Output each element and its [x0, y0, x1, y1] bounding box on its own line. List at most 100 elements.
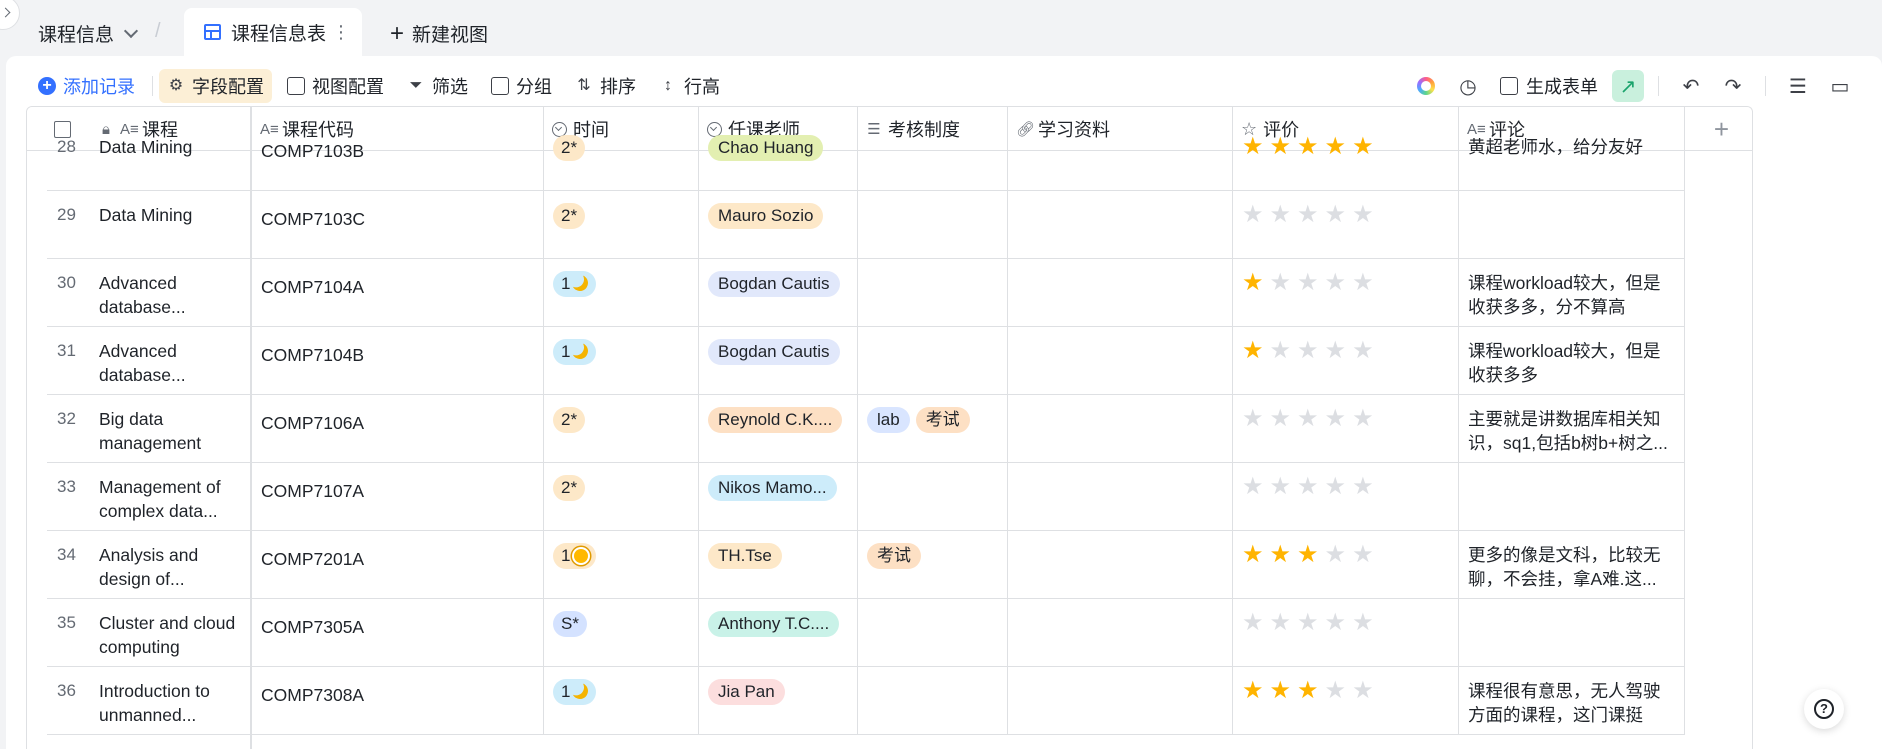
tab-course-info-table[interactable]: 课程信息表 ⋮ — [184, 8, 362, 56]
cell-comment[interactable]: 课程workload较大，但是 收获多多 — [1459, 327, 1685, 395]
star-icon[interactable]: ★ — [1242, 679, 1264, 703]
star-icon[interactable]: ★ — [1242, 203, 1264, 227]
base-name-dropdown[interactable]: 课程信息 — [38, 20, 139, 47]
star-icon[interactable]: ★ — [1352, 475, 1374, 499]
add-record-button[interactable]: + 添加记录 — [30, 69, 143, 103]
cell-course-name[interactable]: Advanced database... — [90, 327, 250, 395]
star-icon[interactable]: ★ — [1270, 543, 1292, 567]
cell-rating[interactable]: ★ ★ ★ ★ ★ — [1233, 463, 1459, 531]
star-icon[interactable]: ★ — [1325, 339, 1347, 363]
star-icon[interactable]: ★ — [1270, 339, 1292, 363]
group-button[interactable]: 分组 — [483, 69, 560, 103]
new-view-button[interactable]: + 新建视图 — [390, 20, 488, 47]
help-button[interactable]: ? — [1804, 689, 1844, 729]
add-column-button[interactable]: + — [1685, 107, 1752, 151]
cell-exam[interactable] — [858, 123, 1008, 191]
cell-rating[interactable]: ★ ★ ★ ★ ★ — [1233, 259, 1459, 327]
cell-teacher[interactable]: TH.Tse — [699, 531, 858, 599]
star-icon[interactable]: ★ — [1297, 271, 1319, 295]
table-row[interactable]: 29 Data Mining COMP7103C 2* Mauro Sozio ★ ★ ★ ★ ★ — [27, 191, 1685, 259]
cell-materials[interactable] — [1008, 123, 1233, 191]
star-icon[interactable]: ★ — [1325, 543, 1347, 567]
cell-time[interactable]: 1 — [544, 667, 699, 735]
cell-materials[interactable] — [1008, 463, 1233, 531]
star-icon[interactable]: ★ — [1325, 679, 1347, 703]
cell-time[interactable]: 2* — [544, 463, 699, 531]
comments-button[interactable]: ▭ — [1822, 69, 1858, 103]
star-icon[interactable]: ★ — [1270, 203, 1292, 227]
star-icon[interactable]: ★ — [1297, 679, 1319, 703]
star-icon[interactable]: ★ — [1325, 203, 1347, 227]
star-icon[interactable]: ★ — [1242, 543, 1264, 567]
star-rating[interactable]: ★ ★ ★ ★ ★ — [1242, 271, 1449, 295]
cell-materials[interactable] — [1008, 191, 1233, 259]
cell-course-code[interactable]: COMP7107A — [252, 463, 544, 531]
cell-teacher[interactable]: Chao Huang — [699, 123, 858, 191]
star-icon[interactable]: ★ — [1297, 543, 1319, 567]
star-icon[interactable]: ★ — [1297, 407, 1319, 431]
cell-teacher[interactable]: Mauro Sozio — [699, 191, 858, 259]
star-icon[interactable]: ★ — [1242, 271, 1264, 295]
cell-course-name[interactable]: Analysis and design of... — [90, 531, 250, 599]
star-icon[interactable]: ★ — [1270, 135, 1292, 159]
cell-exam[interactable] — [858, 327, 1008, 395]
cell-time[interactable]: 2* — [544, 123, 699, 191]
table-row[interactable]: 32 Big data management COMP7106A 2* Reynold C… — [27, 395, 1685, 463]
share-button[interactable]: ↗ — [1612, 70, 1644, 102]
sort-button[interactable]: ⇅ 排序 — [567, 69, 644, 103]
cell-time[interactable]: 2* — [544, 191, 699, 259]
cell-comment[interactable]: 课程很有意思，无人驾驶 方面的课程，这门课挺 — [1459, 667, 1685, 735]
table-row[interactable]: 28 Data Mining COMP7103B 2* Chao Huang ★ ★ ★ ★ ★ 黄… — [27, 123, 1685, 191]
generate-form-button[interactable]: 生成表单 — [1492, 73, 1606, 99]
cell-rating[interactable]: ★ ★ ★ ★ ★ — [1233, 395, 1459, 463]
star-icon[interactable]: ★ — [1297, 339, 1319, 363]
star-rating[interactable]: ★ ★ ★ ★ ★ — [1242, 407, 1449, 431]
collapse-sidebar-button[interactable] — [0, 0, 20, 30]
star-icon[interactable]: ★ — [1242, 339, 1264, 363]
cell-teacher[interactable]: Anthony T.C.... — [699, 599, 858, 667]
table-row[interactable]: 35 Cluster and cloud computing COMP7305A S* A… — [27, 599, 1685, 667]
table-row[interactable]: 36 Introduction to unmanned... COMP7308A 1 Ji… — [27, 667, 1685, 735]
redo-button[interactable]: ↷ — [1715, 69, 1751, 103]
cell-teacher[interactable]: Bogdan Cautis — [699, 327, 858, 395]
star-rating[interactable]: ★ ★ ★ ★ ★ — [1242, 611, 1449, 635]
cell-course-name[interactable]: Management of complex data... — [90, 463, 250, 531]
star-icon[interactable]: ★ — [1270, 475, 1292, 499]
star-icon[interactable]: ★ — [1325, 475, 1347, 499]
star-icon[interactable]: ★ — [1242, 135, 1264, 159]
frozen-column-divider[interactable] — [250, 107, 252, 749]
cell-exam[interactable] — [858, 191, 1008, 259]
star-icon[interactable]: ★ — [1270, 407, 1292, 431]
row-height-button[interactable]: ↕ 行高 — [651, 69, 728, 103]
star-icon[interactable]: ★ — [1352, 339, 1374, 363]
cell-comment[interactable] — [1459, 463, 1685, 531]
star-icon[interactable]: ★ — [1325, 611, 1347, 635]
cell-comment[interactable] — [1459, 599, 1685, 667]
cell-course-code[interactable]: COMP7305A — [252, 599, 544, 667]
cell-rating[interactable]: ★ ★ ★ ★ ★ — [1233, 327, 1459, 395]
cell-materials[interactable] — [1008, 327, 1233, 395]
filter-button[interactable]: ⏷ 筛选 — [399, 69, 476, 103]
star-icon[interactable]: ★ — [1270, 679, 1292, 703]
cell-exam[interactable] — [858, 599, 1008, 667]
star-icon[interactable]: ★ — [1297, 203, 1319, 227]
star-icon[interactable]: ★ — [1352, 135, 1374, 159]
star-icon[interactable]: ★ — [1297, 135, 1319, 159]
cell-course-code[interactable]: COMP7104B — [252, 327, 544, 395]
cell-rating[interactable]: ★ ★ ★ ★ ★ — [1233, 531, 1459, 599]
cell-exam[interactable] — [858, 259, 1008, 327]
cell-course-code[interactable]: COMP7106A — [252, 395, 544, 463]
star-icon[interactable]: ★ — [1325, 135, 1347, 159]
star-rating[interactable]: ★ ★ ★ ★ ★ — [1242, 203, 1449, 227]
cell-exam[interactable] — [858, 463, 1008, 531]
star-icon[interactable]: ★ — [1352, 679, 1374, 703]
cell-course-code[interactable]: COMP7103B — [252, 123, 544, 191]
field-config-button[interactable]: ⚙ 字段配置 — [159, 69, 272, 103]
cell-time[interactable]: 1 — [544, 327, 699, 395]
star-icon[interactable]: ★ — [1242, 407, 1264, 431]
cell-course-name[interactable]: Cluster and cloud computing — [90, 599, 250, 667]
cell-rating[interactable]: ★ ★ ★ ★ ★ — [1233, 123, 1459, 191]
cell-exam[interactable]: 考试 — [858, 531, 1008, 599]
cell-time[interactable]: 2* — [544, 395, 699, 463]
cell-teacher[interactable]: Jia Pan — [699, 667, 858, 735]
